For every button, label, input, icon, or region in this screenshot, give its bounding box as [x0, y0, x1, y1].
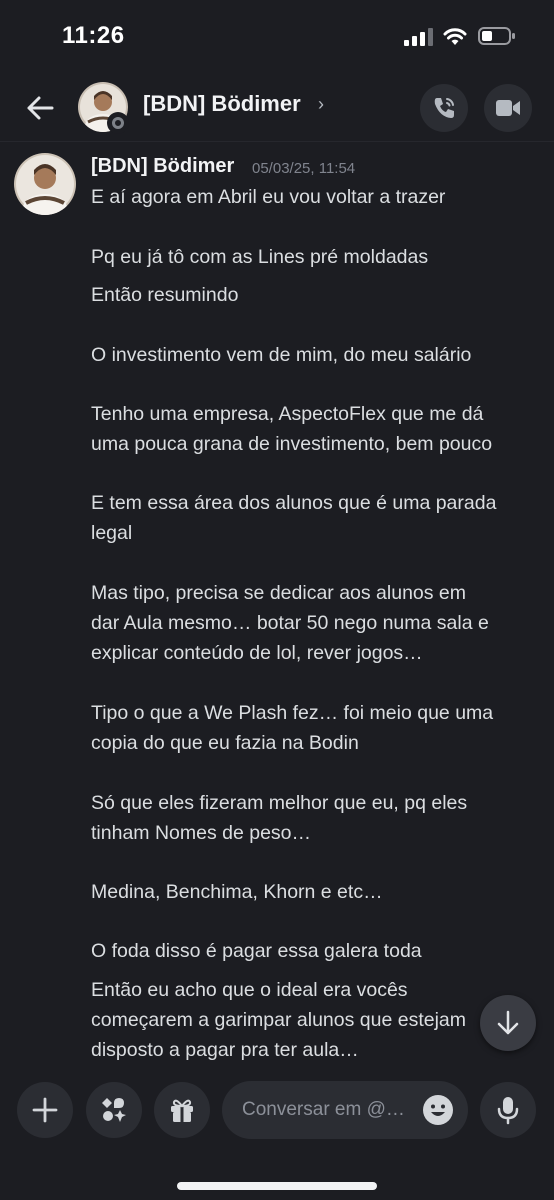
message-line: legal: [91, 522, 133, 544]
arrow-down-icon: [497, 1010, 519, 1035]
message-author[interactable]: [BDN] Bödimer: [91, 155, 234, 178]
plus-icon: [32, 1097, 58, 1123]
status-time: 11:26: [62, 22, 125, 49]
message-input-placeholder: Conversar em @…: [242, 1099, 405, 1120]
back-button[interactable]: [20, 88, 60, 128]
message-line: Mas tipo, precisa se dedicar aos alunos …: [91, 582, 467, 604]
chevron-right-icon[interactable]: ›: [318, 94, 324, 115]
message-line: Tenho uma empresa, AspectoFlex que me dá: [91, 403, 484, 425]
message-line: explicar conteúdo de lol, rever jogos…: [91, 642, 423, 664]
emoji-icon[interactable]: [422, 1094, 454, 1126]
message-line: começarem a garimpar alunos que estejam: [91, 1009, 467, 1031]
message-line: Pq eu já tô com as Lines pré moldadas: [91, 246, 429, 268]
status-bar: 11:26: [0, 0, 554, 72]
chat-header: [BDN] Bödimer ›: [0, 72, 554, 142]
message-line: tinham Nomes de peso…: [91, 822, 312, 844]
message-avatar[interactable]: [14, 153, 76, 215]
message-line: Só que eles fizeram melhor que eu, pq el…: [91, 792, 468, 814]
message-timestamp: 05/03/25, 11:54: [252, 160, 356, 177]
arrow-left-icon: [27, 96, 54, 120]
video-call-button[interactable]: [484, 84, 532, 132]
dm-screen: 11:26 [BDN] Bödimer › [BDN] Bödimer 05/0…: [0, 0, 554, 1200]
message-line: Então resumindo: [91, 284, 239, 306]
message-line: O investimento vem de mim, do meu salári…: [91, 344, 472, 366]
battery-icon: [478, 27, 515, 45]
user-avatar-icon: [14, 153, 76, 215]
video-camera-icon: [496, 100, 520, 116]
message-line: copia do que eu fazia na Bodin: [91, 732, 359, 754]
attach-button[interactable]: [17, 1082, 73, 1138]
apps-icon: [102, 1098, 126, 1122]
message-line: Então eu acho que o ideal era vocês: [91, 979, 408, 1001]
phone-icon: [434, 98, 454, 118]
message-line: O foda disso é pagar essa galera toda: [91, 940, 422, 962]
message-line: Medina, Benchima, Khorn e etc…: [91, 881, 383, 903]
message-line: disposto a pagar pra ter aula…: [91, 1039, 359, 1061]
wifi-icon: [443, 28, 467, 45]
message-line: E tem essa área dos alunos que é uma par…: [91, 492, 497, 514]
header-title[interactable]: [BDN] Bödimer: [143, 91, 301, 117]
voice-message-button[interactable]: [480, 1082, 536, 1138]
message-line: Tipo o que a We Plash fez… foi meio que …: [91, 702, 494, 724]
gift-icon: [171, 1099, 193, 1122]
message-line: E aí agora em Abril eu vou voltar a traz…: [91, 186, 446, 208]
voice-call-button[interactable]: [420, 84, 468, 132]
jump-to-latest-button[interactable]: [480, 995, 536, 1051]
gift-button[interactable]: [154, 1082, 210, 1138]
message-line: dar Aula mesmo… botar 50 nego numa sala …: [91, 612, 489, 634]
home-indicator[interactable]: [177, 1182, 377, 1190]
message-input[interactable]: Conversar em @…: [222, 1081, 468, 1139]
message-line: uma pouca grana de investimento, bem pou…: [91, 433, 493, 455]
microphone-icon: [497, 1097, 519, 1125]
cellular-signal-icon: [404, 28, 433, 46]
apps-button[interactable]: [86, 1082, 142, 1138]
offline-status-indicator: [107, 112, 129, 134]
message-composer: Conversar em @…: [0, 1068, 554, 1200]
